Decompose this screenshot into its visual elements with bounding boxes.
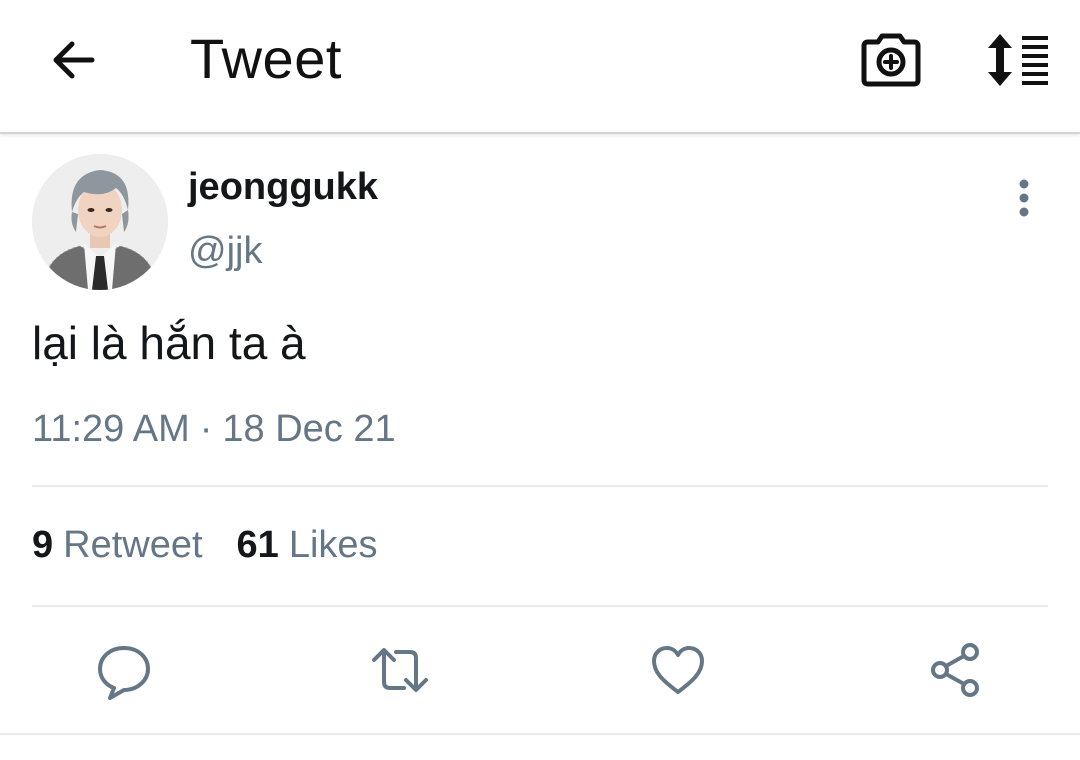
tweet-time: 11:29 AM [32,408,190,450]
user-handle[interactable]: @jjk [188,230,262,273]
likes-label: Likes [288,524,378,566]
tweet-timestamp: 11:29 AM · 18 Dec 21 [32,408,396,451]
likes-stat[interactable]: 61 Likes [237,524,378,566]
divider [32,605,1048,607]
divider [32,485,1048,487]
tweet-date: 18 Dec 21 [222,408,396,450]
reply-button[interactable] [94,640,154,700]
retweets-stat[interactable]: 9 Retweet [32,524,203,566]
display-name[interactable]: jeonggukk [188,166,378,209]
retweet-icon [372,648,428,692]
tweet-text: lại là hắn ta à [32,317,306,369]
divider [0,733,1080,735]
camera-plus-icon [861,33,921,87]
avatar[interactable] [32,154,168,290]
retweets-count: 9 [32,524,54,566]
tweet-stats: 9 Retweet 61 Likes [32,524,378,567]
timestamp-separator: · [199,408,213,450]
sort-list-icon [988,34,1048,86]
more-options-button[interactable] [1006,176,1042,220]
back-button[interactable] [46,36,102,84]
sort-button[interactable] [980,32,1054,88]
top-app-bar: Tweet [0,0,1080,134]
more-vertical-icon [1019,179,1029,217]
share-button[interactable] [926,640,986,700]
likes-count: 61 [236,524,279,566]
retweets-label: Retweet [63,524,203,566]
reply-icon [98,646,150,700]
camera-button[interactable] [860,30,922,90]
retweet-button[interactable] [370,640,430,700]
share-icon [931,643,979,697]
like-icon [652,646,704,694]
profile-photo [32,154,168,290]
like-button[interactable] [648,640,708,700]
page-title: Tweet [190,27,342,90]
arrow-left-icon [53,41,95,79]
